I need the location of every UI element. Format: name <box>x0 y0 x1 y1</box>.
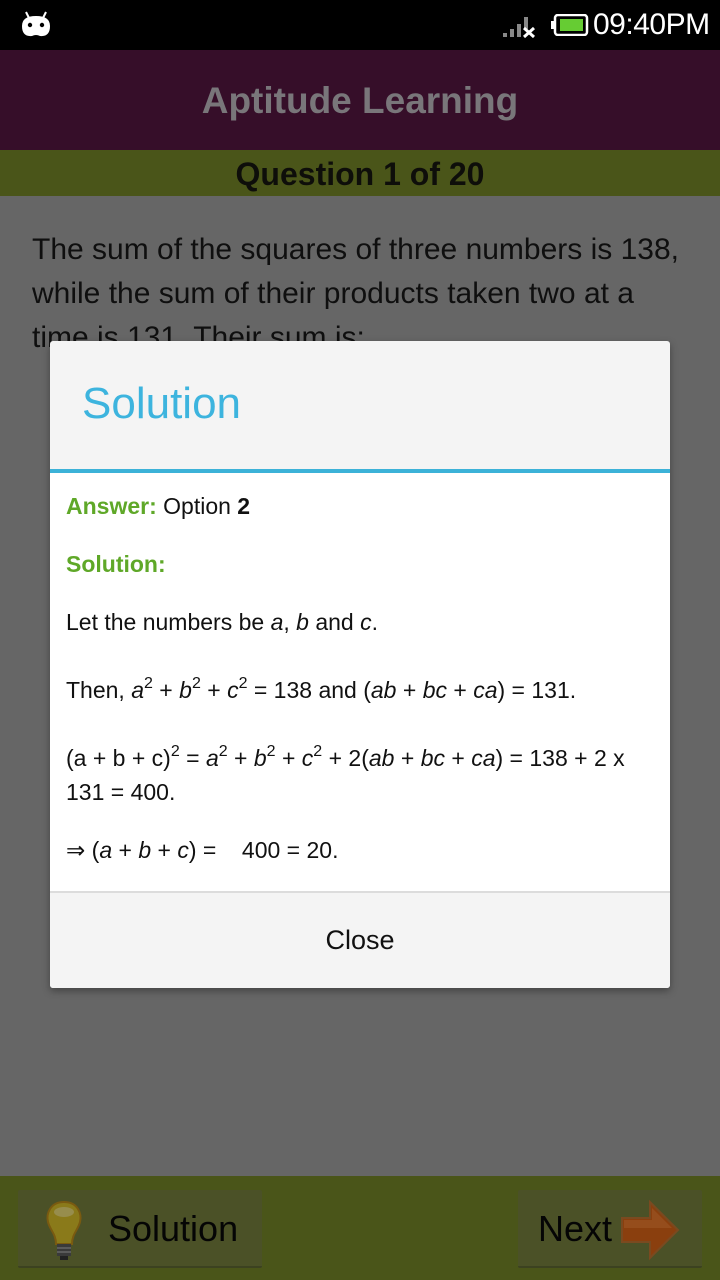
solution-step-3: (a + b + c)2 = a2 + b2 + c2 + 2(ab + bc … <box>66 741 656 809</box>
text: + <box>227 745 254 771</box>
answer-line: Answer: Option 2 <box>66 489 656 523</box>
var-ca: ca <box>471 745 496 771</box>
solution-button[interactable]: Solution <box>18 1190 262 1268</box>
text: + <box>444 745 472 771</box>
var-b: b <box>296 609 309 635</box>
var-bc: bc <box>422 677 447 703</box>
text: + 2( <box>322 745 369 771</box>
signal-no-data-icon <box>503 17 536 38</box>
app-title: Aptitude Learning <box>201 80 519 121</box>
var-a: a <box>205 745 219 771</box>
close-button-label: Close <box>325 925 395 955</box>
var-c: c <box>360 609 372 635</box>
exponent: 2 <box>170 743 180 760</box>
text: , <box>283 609 297 635</box>
solution-button-label: Solution <box>108 1208 239 1249</box>
var-b: b <box>179 677 192 703</box>
text: ) = 400 = 20. <box>188 837 339 863</box>
var-a: a <box>131 677 145 703</box>
app-bar: Aptitude Learning <box>0 50 720 150</box>
implies-icon: ⇒ <box>66 837 86 863</box>
lightbulb-icon <box>46 1200 82 1260</box>
var-c: c <box>301 745 314 771</box>
status-time: 09:40PM <box>593 8 710 41</box>
exponent: 2 <box>313 743 323 760</box>
battery-icon <box>551 14 589 36</box>
exponent: 2 <box>266 743 276 760</box>
var-ab: ab <box>370 677 397 703</box>
exponent: 2 <box>144 675 153 692</box>
solution-step-2: Then, a2 + b2 + c2 = 138 and (ab + bc + … <box>66 673 656 707</box>
android-debug-icon <box>22 11 50 37</box>
answer-value: 2 <box>237 493 251 519</box>
solution-label-line: Solution: <box>66 547 656 581</box>
text: and <box>308 609 361 635</box>
text: ( <box>85 837 100 863</box>
var-ab: ab <box>368 745 395 771</box>
close-button[interactable]: Close <box>50 893 670 988</box>
answer-prefix: Option <box>163 493 231 519</box>
text: + <box>200 677 228 703</box>
exponent: 2 <box>218 743 228 760</box>
answer-label: Answer: <box>66 493 157 519</box>
bottom-bar: Solution Next <box>0 1176 720 1280</box>
text: + <box>112 837 139 863</box>
text: ) = 131. <box>497 677 577 703</box>
text: (a + b + c) <box>66 745 171 771</box>
solution-dialog: Solution Answer: Option 2 Solution: Let … <box>50 341 670 988</box>
text: + <box>396 677 423 703</box>
text: + <box>394 745 421 771</box>
text: + <box>152 677 180 703</box>
var-bc: bc <box>420 745 445 771</box>
text: Then, <box>66 677 132 703</box>
dialog-body: Answer: Option 2 Solution: Let the numbe… <box>50 473 670 891</box>
solution-step-4: ⇒ (a + b + c) = 400 = 20. <box>66 833 656 867</box>
text: Let the numbers be <box>66 609 271 635</box>
text: = <box>179 745 206 771</box>
var-a: a <box>270 609 284 635</box>
var-c: c <box>177 837 189 863</box>
question-counter: Question 1 of 20 <box>235 156 485 192</box>
solution-label: Solution: <box>66 551 166 577</box>
dialog-title: Solution <box>82 379 242 428</box>
var-a: a <box>99 837 113 863</box>
var-c: c <box>227 677 239 703</box>
solution-step-1: Let the numbers be a, b and c. <box>66 605 656 639</box>
text: + <box>446 677 474 703</box>
next-button[interactable]: Next <box>518 1190 702 1268</box>
text: . <box>371 609 378 635</box>
next-button-label: Next <box>538 1208 613 1249</box>
var-ca: ca <box>473 677 498 703</box>
text: = 138 and ( <box>247 677 371 703</box>
arrow-right-icon <box>621 1199 680 1261</box>
exponent: 2 <box>191 675 201 692</box>
text: + <box>151 837 178 863</box>
status-bar: 09:40PM <box>0 0 720 50</box>
question-counter-bar: Question 1 of 20 <box>0 150 720 196</box>
var-b: b <box>253 745 267 771</box>
text: + <box>275 745 302 771</box>
var-b: b <box>138 837 152 863</box>
